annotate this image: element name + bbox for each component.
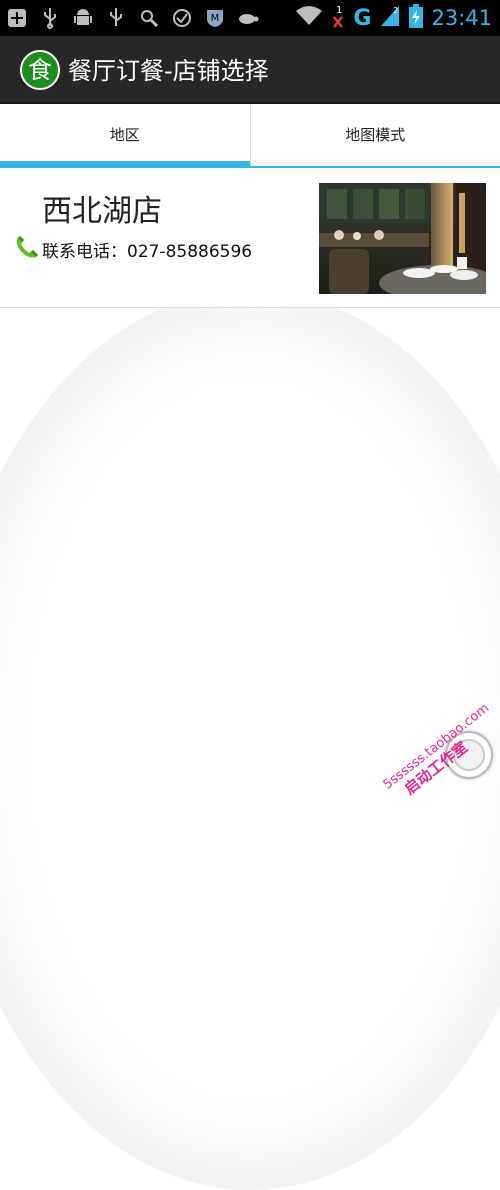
svg-text:M: M [211, 13, 220, 24]
tab-bar: 地区 地图模式 [0, 104, 500, 168]
list-item[interactable]: 西北湖店 联系电话：027-85886596 [0, 168, 500, 308]
status-bar: M 1 G 2 23:41 [0, 0, 500, 36]
store-phone: 联系电话：027-85886596 [42, 237, 252, 262]
check-circle-icon [171, 7, 193, 29]
usb-icon [105, 7, 127, 29]
app-logo-icon[interactable]: 食 [20, 50, 60, 90]
turtle-icon [237, 7, 259, 29]
background-decoration [0, 290, 500, 1190]
tab-map-mode[interactable]: 地图模式 [250, 104, 500, 166]
notification-icons: M [6, 6, 259, 30]
wifi-icon [295, 5, 323, 31]
battery-charging-icon [409, 4, 423, 32]
store-photo[interactable] [319, 183, 486, 294]
page-title: 餐厅订餐-店铺选择 [68, 51, 269, 86]
watermark-url: 5ssssss.taobao.com [380, 694, 500, 794]
shield-m-icon: M [204, 7, 226, 29]
network-type: G [353, 6, 371, 31]
signal-icon: 2 [379, 4, 401, 32]
no-signal-icon: 1 [331, 3, 345, 33]
svg-text:1: 1 [336, 5, 342, 16]
notification-plus-icon [6, 7, 28, 29]
search-icon [138, 7, 160, 29]
usb-icon [39, 7, 61, 29]
phone-icon [14, 234, 40, 260]
clock: 23:41 [431, 6, 492, 30]
tab-region[interactable]: 地区 [0, 104, 250, 166]
store-name: 西北湖店 [42, 186, 162, 230]
watermark: 5ssssss.taobao.com 启动工作室 [380, 694, 500, 851]
svg-text:2: 2 [393, 6, 398, 15]
status-right: 1 G 2 23:41 [295, 4, 492, 32]
android-icon [72, 7, 94, 29]
action-bar: 食 餐厅订餐-店铺选择 [0, 36, 500, 104]
